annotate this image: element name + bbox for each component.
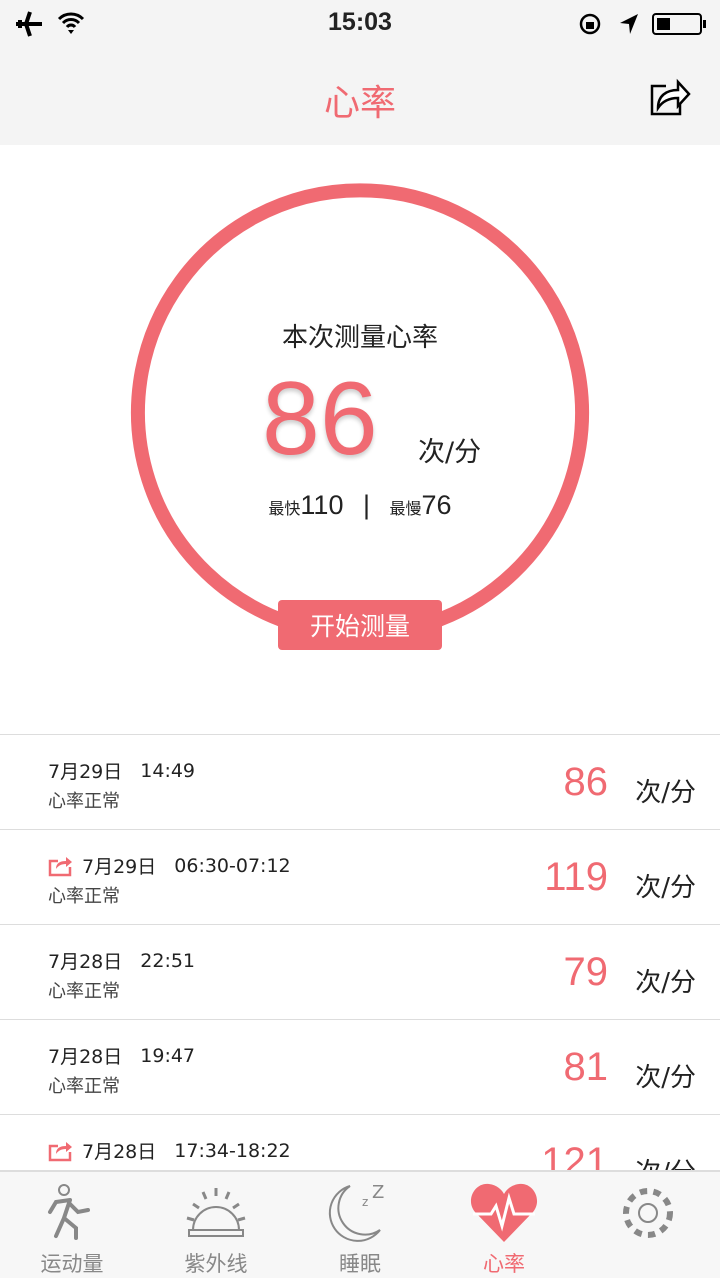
repeat-icon [48, 1141, 72, 1161]
record-row[interactable]: 7月29日 06:30-07:12 心率正常 119 次/分 [0, 830, 720, 925]
battery-icon [652, 13, 706, 35]
heart-rate-range: 最快110 | 最慢76 [0, 490, 720, 521]
record-value: 86 [563, 760, 609, 804]
tab-uv[interactable]: 紫外线 [144, 1172, 288, 1278]
record-value: 121 [541, 1140, 608, 1170]
rotation-lock-icon [579, 13, 601, 35]
record-row[interactable]: 7月28日 19:47 心率正常 81 次/分 [0, 1020, 720, 1115]
min-value: 76 [421, 490, 452, 520]
record-datetime: 7月28日 22:51 [48, 949, 196, 974]
max-label: 最快 [268, 501, 301, 518]
tab-bar: 运动量 紫外线 z Z 睡眠 心率 [0, 1170, 720, 1278]
record-unit: 次/分 [635, 968, 696, 998]
heart-rate-unit: 次/分 [418, 437, 482, 468]
record-value: 79 [563, 950, 609, 994]
record-datetime: 7月28日 19:47 [48, 1044, 196, 1069]
nav-bar: 心率 [0, 48, 720, 145]
gear-icon [623, 1188, 673, 1238]
record-row[interactable]: 7月29日 14:49 心率正常 86 次/分 [0, 735, 720, 830]
record-value: 119 [544, 855, 608, 899]
record-row[interactable]: 7月28日 22:51 心率正常 79 次/分 [0, 925, 720, 1020]
record-unit: 次/分 [635, 873, 696, 903]
record-datetime: 7月28日 17:34-18:22 [48, 1137, 291, 1164]
sun-icon [186, 1188, 246, 1237]
moon-icon: zZ [328, 1182, 384, 1242]
tab-heart-rate[interactable]: 心率 [432, 1172, 576, 1278]
record-status: 心率正常 [48, 886, 120, 907]
record-datetime: 7月29日 06:30-07:12 [48, 852, 291, 879]
tab-settings[interactable] [576, 1172, 720, 1278]
record-unit: 次/分 [635, 1063, 696, 1093]
clock: 15:03 [328, 8, 392, 36]
record-unit: 次/分 [635, 1152, 696, 1170]
start-measure-button[interactable]: 开始测量 [278, 600, 442, 650]
running-icon [48, 1184, 90, 1240]
record-status: 心率正常 [48, 791, 120, 812]
tab-activity[interactable]: 运动量 [0, 1172, 144, 1278]
heart-rate-value: 86 [262, 361, 378, 477]
min-label: 最慢 [389, 501, 422, 518]
record-status: 心率正常 [48, 981, 120, 1002]
share-icon[interactable] [648, 72, 692, 118]
record-value: 81 [563, 1045, 609, 1089]
records-list[interactable]: 7月29日 14:49 心率正常 86 次/分 7月29日 06:30-07:12 心… [0, 734, 720, 1170]
max-value: 110 [300, 490, 344, 520]
heart-icon [470, 1183, 538, 1242]
record-datetime: 7月29日 14:49 [48, 759, 196, 784]
status-bar: 15:03 [0, 0, 720, 48]
measure-panel: 本次测量心率 86 次/分 最快110 | 最慢76 开始测量 [0, 145, 720, 735]
svg-text:Z: Z [372, 1182, 384, 1203]
record-row[interactable]: 7月28日17:34-18:22 心率正常 121 次/分 [0, 1115, 720, 1170]
measure-label: 本次测量心率 [281, 323, 438, 353]
location-icon [620, 14, 638, 34]
record-unit: 次/分 [635, 778, 696, 808]
svg-text:z: z [362, 1195, 368, 1209]
record-status: 心率正常 [48, 1076, 120, 1097]
repeat-icon [48, 856, 72, 876]
page-title: 心率 [323, 83, 396, 124]
tab-sleep[interactable]: z Z 睡眠 [288, 1172, 432, 1278]
separator: | [362, 490, 370, 520]
